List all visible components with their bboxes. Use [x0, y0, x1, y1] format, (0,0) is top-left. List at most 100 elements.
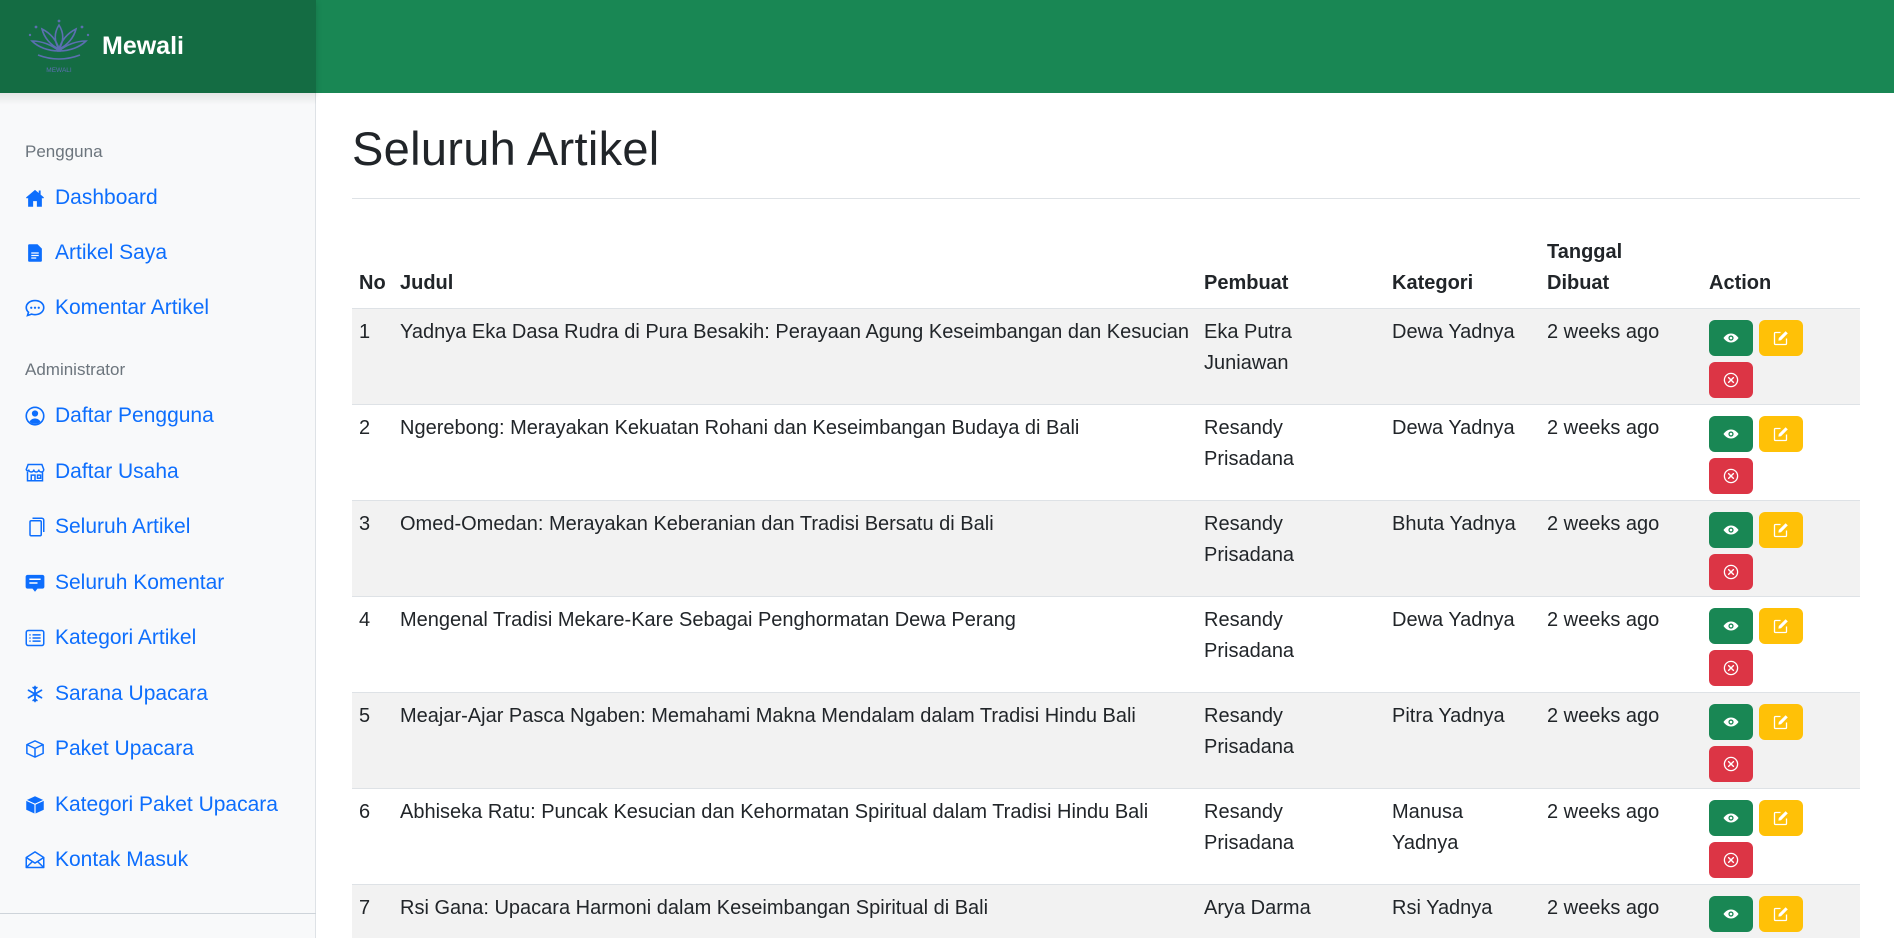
- list-icon: [25, 629, 45, 647]
- sidebar-item-paket-upacara[interactable]: Paket Upacara: [25, 734, 194, 764]
- view-button[interactable]: [1709, 320, 1753, 356]
- sidebar-item-label: Kontak Masuk: [55, 848, 189, 871]
- sidebar-item-kategori-paket-upacara[interactable]: Kategori Paket Upacara: [25, 790, 278, 820]
- sidebar-item-label: Dashboard: [55, 186, 158, 209]
- cell-action: [1702, 884, 1860, 938]
- delete-button[interactable]: [1709, 458, 1753, 494]
- sidebar-item-label: Artikel Saya: [55, 241, 168, 264]
- sidebar-item-sarana-upacara[interactable]: Sarana Upacara: [25, 679, 208, 709]
- delete-button[interactable]: [1709, 554, 1753, 590]
- cell-kategori: Manusa Yadnya: [1385, 788, 1540, 885]
- column-header-kategori[interactable]: Kategori: [1385, 231, 1540, 309]
- cell-judul: Rsi Gana: Upacara Harmoni dalam Keseimba…: [393, 884, 1197, 938]
- eye-icon: [1723, 429, 1739, 439]
- brand[interactable]: MEWALI Mewali: [0, 0, 316, 93]
- delete-button[interactable]: [1709, 842, 1753, 878]
- x-circle-icon: [1723, 372, 1739, 388]
- row-actions: [1709, 509, 1819, 590]
- eye-icon: [1723, 525, 1739, 535]
- sidebar-item-seluruh-artikel[interactable]: Seluruh Artikel: [25, 512, 190, 542]
- eye-icon: [1723, 621, 1739, 631]
- row-actions: [1709, 413, 1819, 494]
- eye-icon: [1723, 909, 1739, 919]
- box-icon: [26, 740, 44, 758]
- cell-no: 5: [352, 692, 393, 789]
- pencil-square-icon: [1773, 331, 1788, 346]
- cell-action: [1702, 596, 1860, 693]
- mewali-logo: MEWALI: [28, 19, 90, 74]
- sidebar-item-kontak-masuk[interactable]: Kontak Masuk: [25, 845, 188, 875]
- sidebar-divider: [0, 913, 316, 914]
- cell-pembuat: Resandy Prisadana: [1197, 788, 1385, 885]
- column-header-judul[interactable]: Judul: [393, 231, 1197, 309]
- edit-button[interactable]: [1759, 608, 1803, 644]
- cell-tanggal: 2 weeks ago: [1540, 596, 1702, 693]
- sidebar-item-label: Daftar Usaha: [55, 460, 179, 483]
- column-header-pembuat[interactable]: Pembuat: [1197, 231, 1385, 309]
- column-header-action: Action: [1702, 231, 1860, 309]
- column-header-no[interactable]: No: [352, 231, 393, 309]
- pencil-square-icon: [1773, 907, 1788, 922]
- row-actions: [1709, 893, 1819, 938]
- cell-no: 4: [352, 596, 393, 693]
- files-icon: [29, 517, 45, 537]
- brand-name: Mewali: [102, 32, 184, 60]
- cell-kategori: Pitra Yadnya: [1385, 692, 1540, 789]
- cell-action: [1702, 500, 1860, 597]
- cell-tanggal: 2 weeks ago: [1540, 788, 1702, 885]
- cell-pembuat: Resandy Prisadana: [1197, 596, 1385, 693]
- edit-button[interactable]: [1759, 800, 1803, 836]
- cell-no: 1: [352, 308, 393, 405]
- row-actions: [1709, 317, 1819, 398]
- eye-icon: [1723, 717, 1739, 727]
- sidebar-item-label: Daftar Pengguna: [55, 404, 214, 427]
- view-button[interactable]: [1709, 800, 1753, 836]
- view-button[interactable]: [1709, 512, 1753, 548]
- cell-action: [1702, 692, 1860, 789]
- table-row: 6 Abhiseka Ratu: Puncak Kesucian dan Keh…: [352, 788, 1860, 885]
- sidebar-item-seluruh-komentar[interactable]: Seluruh Komentar: [25, 568, 224, 598]
- cell-tanggal: 2 weeks ago: [1540, 404, 1702, 501]
- delete-button[interactable]: [1709, 650, 1753, 686]
- column-header-tanggal-dibuat[interactable]: Tanggal Dibuat: [1540, 231, 1702, 309]
- sidebar-item-kategori-artikel[interactable]: Kategori Artikel: [25, 623, 196, 653]
- x-circle-icon: [1723, 564, 1739, 580]
- row-actions: [1709, 701, 1819, 782]
- cell-no: 3: [352, 500, 393, 597]
- cell-judul: Meajar-Ajar Pasca Ngaben: Memahami Makna…: [393, 692, 1197, 789]
- table-header-row: No Judul Pembuat Kategori Tanggal Dibuat …: [352, 231, 1860, 309]
- cell-kategori: Rsi Yadnya: [1385, 884, 1540, 938]
- cell-kategori: Dewa Yadnya: [1385, 596, 1540, 693]
- house-icon: [26, 189, 44, 207]
- sidebar-item-dashboard[interactable]: Dashboard: [25, 183, 158, 213]
- view-button[interactable]: [1709, 608, 1753, 644]
- snowflake-icon: [27, 685, 43, 703]
- view-button[interactable]: [1709, 704, 1753, 740]
- cell-kategori: Dewa Yadnya: [1385, 308, 1540, 405]
- sidebar-item-daftar-pengguna[interactable]: Daftar Pengguna: [25, 401, 214, 431]
- x-circle-icon: [1723, 852, 1739, 868]
- view-button[interactable]: [1709, 416, 1753, 452]
- articles-table: No Judul Pembuat Kategori Tanggal Dibuat …: [352, 231, 1860, 938]
- edit-button[interactable]: [1759, 896, 1803, 932]
- edit-button[interactable]: [1759, 704, 1803, 740]
- edit-button[interactable]: [1759, 320, 1803, 356]
- edit-button[interactable]: [1759, 416, 1803, 452]
- sidebar-item-label: Kategori Artikel: [55, 626, 197, 649]
- delete-button[interactable]: [1709, 746, 1753, 782]
- x-circle-icon: [1723, 756, 1739, 772]
- view-button[interactable]: [1709, 896, 1753, 932]
- eye-icon: [1723, 333, 1739, 343]
- sidebar-item-komentar-artikel[interactable]: Komentar Artikel: [25, 293, 209, 323]
- pencil-square-icon: [1773, 523, 1788, 538]
- header-line: Tanggal: [1547, 241, 1623, 263]
- edit-button[interactable]: [1759, 512, 1803, 548]
- cell-judul: Ngerebong: Merayakan Kekuatan Rohani dan…: [393, 404, 1197, 501]
- sidebar-item-artikel-saya[interactable]: Artikel Saya: [25, 238, 167, 268]
- delete-button[interactable]: [1709, 362, 1753, 398]
- title-divider: [352, 198, 1860, 199]
- table-row: 1 Yadnya Eka Dasa Rudra di Pura Besakih:…: [352, 308, 1860, 405]
- header-line: Dibuat: [1547, 272, 1610, 294]
- person-circle-icon: [25, 406, 45, 426]
- sidebar-item-daftar-usaha[interactable]: Daftar Usaha: [25, 457, 179, 487]
